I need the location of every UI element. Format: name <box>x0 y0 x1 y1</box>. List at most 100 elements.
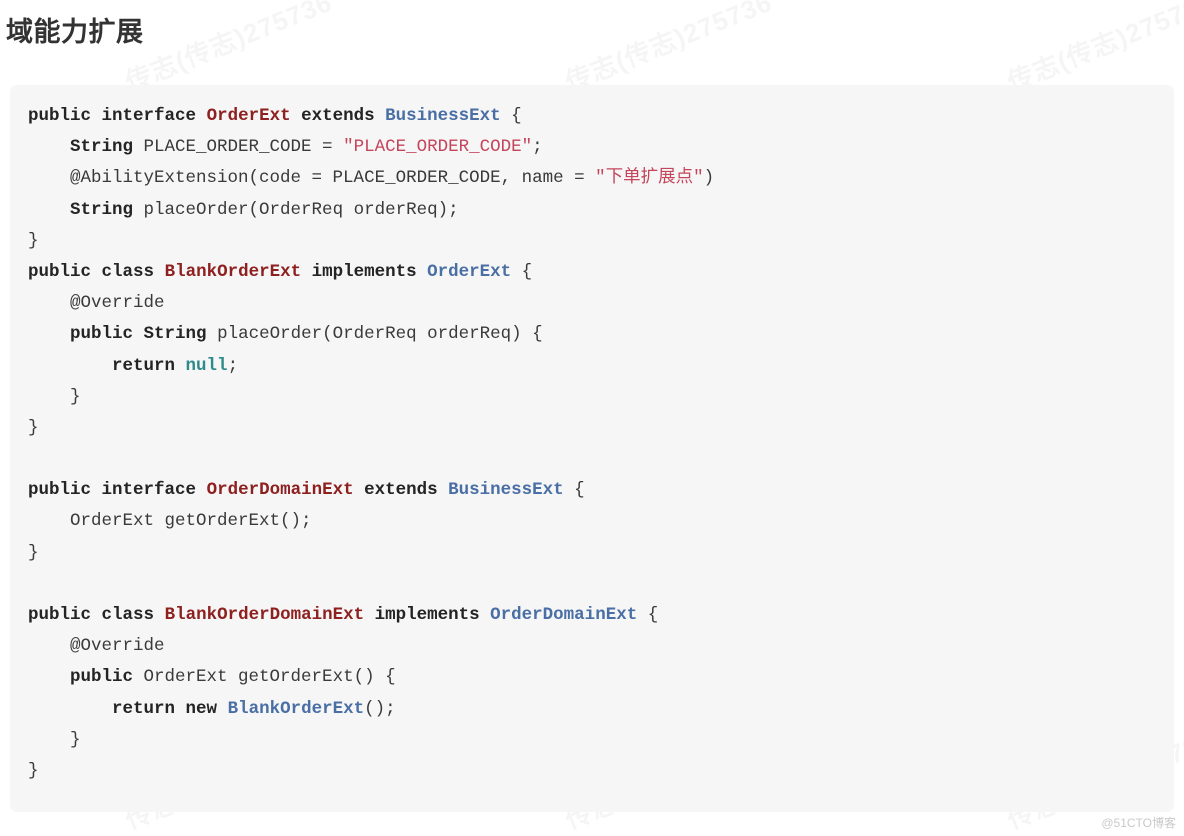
code-token: BlankOrderExt <box>164 261 302 282</box>
code-token: @Override <box>70 293 165 314</box>
code-line: public interface OrderExt extends Busine… <box>28 101 1156 132</box>
code-token: OrderExt <box>427 261 512 282</box>
code-token: String <box>143 324 207 345</box>
code-token: { <box>637 605 659 625</box>
code-line: } <box>28 538 1156 569</box>
code-token: implements <box>311 261 417 282</box>
code-line: public String placeOrder(OrderReq orderR… <box>28 319 1156 350</box>
code-line: return new BlankOrderExt(); <box>28 694 1156 725</box>
page-title: 域能力扩展 <box>6 17 144 47</box>
code-line: @Override <box>28 288 1156 319</box>
code-token: public <box>70 667 134 688</box>
code-line: @Override <box>28 631 1156 662</box>
code-token: new <box>185 698 218 719</box>
code-token: extends <box>364 480 438 501</box>
code-token: { <box>511 261 533 282</box>
code-token: BusinessExt <box>448 480 564 501</box>
code-token: @AbilityExtension(code = PLACE_ORDER_COD… <box>70 168 596 189</box>
code-content[interactable]: public interface OrderExt extends Busine… <box>10 101 1174 787</box>
code-line: return null; <box>28 351 1156 382</box>
code-token: { <box>500 106 522 126</box>
code-line: public interface OrderDomainExt extends … <box>28 475 1156 506</box>
code-line: } <box>28 382 1156 413</box>
code-token: } <box>28 230 39 251</box>
code-token: } <box>28 542 39 563</box>
code-token: } <box>28 729 81 750</box>
code-token: public <box>70 324 134 345</box>
code-token: extends <box>301 106 375 126</box>
code-token: public <box>28 480 92 501</box>
code-token: OrderExt getOrderExt() { <box>133 667 396 688</box>
code-line: public class BlankOrderDomainExt impleme… <box>28 600 1156 631</box>
code-block: public interface OrderExt extends Busine… <box>10 85 1174 812</box>
code-token: OrderDomainExt <box>490 605 638 625</box>
code-token: return <box>112 355 176 376</box>
code-token: OrderDomainExt <box>206 480 354 501</box>
code-token: } <box>28 760 39 781</box>
code-token: } <box>28 417 39 438</box>
code-token: @Override <box>70 636 165 657</box>
code-line: } <box>28 725 1156 756</box>
code-token: public <box>28 605 92 625</box>
code-line: OrderExt getOrderExt(); <box>28 506 1156 537</box>
code-line: @AbilityExtension(code = PLACE_ORDER_COD… <box>28 163 1156 194</box>
code-token: ; <box>532 137 543 158</box>
code-token: class <box>101 261 155 282</box>
code-token: placeOrder(OrderReq orderReq) { <box>206 324 543 345</box>
code-token: BlankOrderExt <box>227 698 365 719</box>
code-line: String placeOrder(OrderReq orderReq); <box>28 195 1156 226</box>
code-token: public <box>28 261 92 282</box>
code-token: OrderExt <box>206 106 291 126</box>
code-token: BlankOrderDomainExt <box>164 605 365 625</box>
code-token: (); <box>364 698 396 719</box>
code-token: } <box>28 386 81 407</box>
code-token: "PLACE_ORDER_CODE" <box>343 137 533 158</box>
code-line: public class BlankOrderExt implements Or… <box>28 257 1156 288</box>
code-token: implements <box>374 605 480 625</box>
code-line: } <box>28 756 1156 787</box>
code-token: interface <box>101 480 197 501</box>
code-token: public <box>28 106 92 126</box>
code-token: String <box>70 199 134 220</box>
code-token: class <box>101 605 155 625</box>
code-line: } <box>28 226 1156 257</box>
footer-watermark: @51CTO博客 <box>1101 816 1176 830</box>
code-token: String <box>70 137 134 158</box>
code-token: "下单扩展点" <box>595 168 704 189</box>
code-token: ; <box>227 355 239 376</box>
code-line: public OrderExt getOrderExt() { <box>28 662 1156 693</box>
code-token: ) <box>703 168 715 189</box>
code-line: String PLACE_ORDER_CODE = "PLACE_ORDER_C… <box>28 132 1156 163</box>
code-token: return <box>112 698 176 719</box>
code-token: null <box>185 355 228 376</box>
code-token: placeOrder(OrderReq orderReq); <box>133 199 459 220</box>
code-line: } <box>28 413 1156 444</box>
code-token: OrderExt getOrderExt(); <box>28 511 312 532</box>
